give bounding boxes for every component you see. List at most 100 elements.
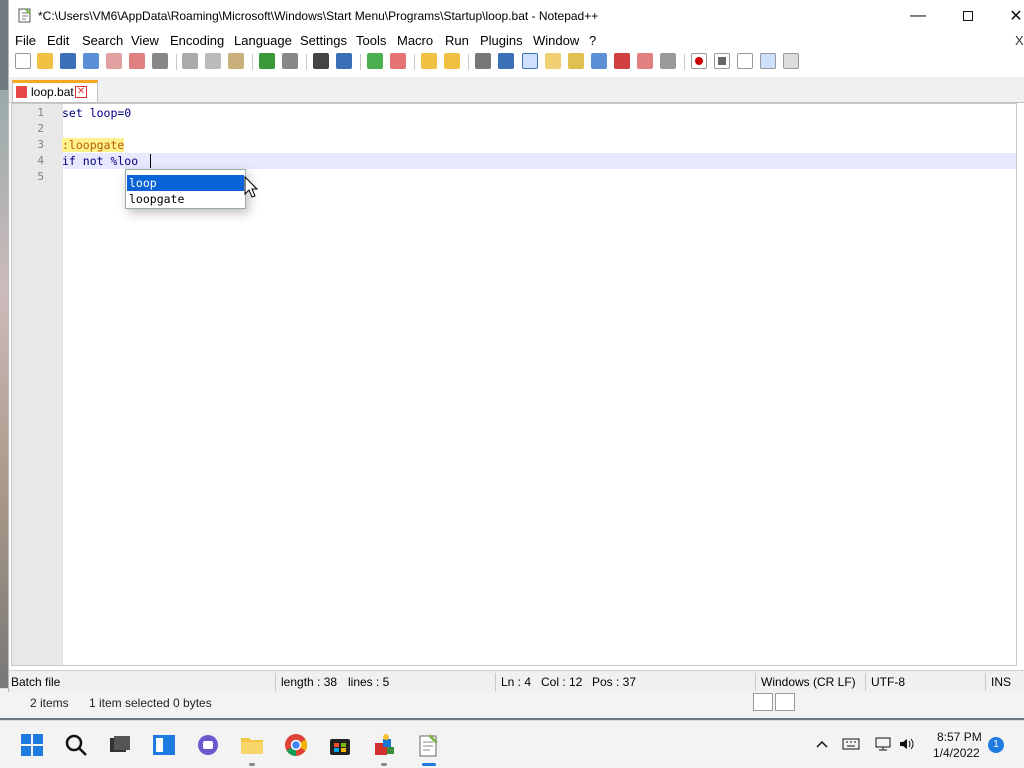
running-indicator — [381, 763, 387, 766]
chevron-up-icon[interactable] — [815, 737, 829, 751]
menu-bar: File Edit Search View Encoding Language … — [9, 32, 1024, 50]
search-icon[interactable] — [64, 733, 88, 757]
sync-vertical-icon[interactable] — [421, 53, 437, 69]
menu-settings[interactable]: Settings — [300, 33, 347, 48]
keyboard-icon[interactable] — [842, 737, 860, 751]
menu-run[interactable]: Run — [445, 33, 469, 48]
notification-badge[interactable]: 1 — [988, 737, 1004, 753]
show-all-chars-icon[interactable] — [498, 53, 514, 69]
menu-tools[interactable]: Tools — [356, 33, 386, 48]
redo-icon[interactable] — [282, 53, 298, 69]
line-number: 4 — [37, 154, 44, 167]
zoom-out-icon[interactable] — [390, 53, 406, 69]
monitoring-icon[interactable] — [660, 53, 676, 69]
large-icons-view-button[interactable] — [775, 693, 795, 711]
zoom-in-icon[interactable] — [367, 53, 383, 69]
paste-icon[interactable] — [228, 53, 244, 69]
menu-window[interactable]: Window — [533, 33, 579, 48]
status-divider — [495, 673, 496, 691]
file-explorer-icon[interactable] — [240, 733, 264, 757]
udl-icon[interactable] — [545, 53, 561, 69]
menu-close-doc[interactable]: X — [1015, 33, 1024, 48]
menu-encoding[interactable]: Encoding — [170, 33, 224, 48]
status-encoding[interactable]: UTF-8 — [871, 675, 905, 689]
menu-edit[interactable]: Edit — [47, 33, 69, 48]
clock-date[interactable]: 1/4/2022 — [933, 746, 980, 760]
print-icon[interactable] — [152, 53, 168, 69]
minimize-button[interactable]: — — [895, 0, 941, 32]
fold-margin — [62, 104, 63, 665]
autocomplete-item[interactable]: loopgate — [127, 191, 244, 207]
explorer-item-count: 2 items — [30, 696, 69, 710]
menu-macro[interactable]: Macro — [397, 33, 433, 48]
close-file-icon[interactable] — [106, 53, 122, 69]
doc-map-icon[interactable] — [568, 53, 584, 69]
menu-file[interactable]: File — [15, 33, 36, 48]
title-bar: *C:\Users\VM6\AppData\Roaming\Microsoft\… — [9, 0, 1024, 32]
save-icon[interactable] — [60, 53, 76, 69]
stop-macro-icon[interactable] — [714, 53, 730, 69]
status-insert-mode[interactable]: INS — [991, 675, 1011, 689]
folder-workspace-icon[interactable] — [637, 53, 653, 69]
notepadpp-taskbar-icon[interactable] — [416, 733, 440, 757]
save-macro-icon[interactable] — [783, 53, 799, 69]
notepadpp-icon — [18, 8, 31, 23]
sync-horizontal-icon[interactable] — [444, 53, 460, 69]
open-file-icon[interactable] — [37, 53, 53, 69]
close-all-icon[interactable] — [129, 53, 145, 69]
start-windows-icon[interactable] — [20, 733, 44, 757]
undo-icon[interactable] — [259, 53, 275, 69]
indent-guide-icon[interactable] — [522, 53, 538, 69]
app-installer-icon[interactable] — [372, 733, 396, 757]
network-icon[interactable] — [874, 736, 892, 752]
function-list-icon[interactable] — [614, 53, 630, 69]
widgets-icon[interactable] — [152, 733, 176, 757]
word-wrap-icon[interactable] — [475, 53, 491, 69]
toolbar-separator — [414, 54, 415, 70]
replace-icon[interactable] — [336, 53, 352, 69]
close-button[interactable]: ✕ — [993, 0, 1024, 32]
autocomplete-item-selected[interactable]: loop — [127, 175, 244, 191]
code-line: :loopgate — [62, 137, 125, 153]
status-divider — [275, 673, 276, 691]
menu-search[interactable]: Search — [82, 33, 123, 48]
menu-plugins[interactable]: Plugins — [480, 33, 523, 48]
notepadpp-window: *C:\Users\VM6\AppData\Roaming\Microsoft\… — [8, 0, 1024, 692]
play-macro-icon[interactable] — [737, 53, 753, 69]
chrome-icon[interactable] — [284, 733, 308, 757]
toolbar-separator — [468, 54, 469, 70]
status-language: Batch file — [11, 675, 61, 689]
status-eol[interactable]: Windows (CR LF) — [761, 675, 856, 689]
tab-loop-bat[interactable]: loop.bat ✕ — [12, 80, 98, 102]
store-icon[interactable] — [328, 733, 352, 757]
chat-icon[interactable] — [196, 733, 220, 757]
menu-help[interactable]: ? — [589, 33, 596, 48]
explorer-status-bar: 2 items 1 item selected 0 bytes — [0, 688, 1024, 718]
unsaved-file-icon — [16, 86, 27, 98]
status-length: length : 38 — [281, 675, 338, 689]
copy-icon[interactable] — [205, 53, 221, 69]
find-icon[interactable] — [313, 53, 329, 69]
cut-icon[interactable] — [182, 53, 198, 69]
save-all-icon[interactable] — [83, 53, 99, 69]
doc-list-icon[interactable] — [591, 53, 607, 69]
maximize-button[interactable] — [945, 0, 991, 32]
volume-icon[interactable] — [898, 736, 914, 752]
batch-label: :loopgate — [62, 138, 125, 152]
status-col: Col : 12 — [541, 675, 583, 689]
record-macro-icon[interactable] — [691, 53, 707, 69]
line-number: 2 — [37, 122, 44, 135]
new-file-icon[interactable] — [15, 53, 31, 69]
status-bar: Batch file length : 38 lines : 5 Ln : 4 … — [9, 670, 1024, 692]
code-editor[interactable]: 1 2 3 4 5 set loop=0 :loopgate if not %l… — [11, 103, 1017, 666]
details-view-button[interactable] — [753, 693, 773, 711]
run-macro-multiple-icon[interactable] — [760, 53, 776, 69]
background-window-edge — [0, 90, 8, 690]
tab-close-icon[interactable]: ✕ — [75, 86, 87, 98]
menu-view[interactable]: View — [131, 33, 159, 48]
task-view-icon[interactable] — [108, 733, 132, 757]
clock-time[interactable]: 8:57 PM — [937, 730, 982, 744]
autocomplete-list[interactable]: loop loopgate — [125, 169, 246, 209]
menu-language[interactable]: Language — [234, 33, 292, 48]
tab-label: loop.bat — [31, 85, 74, 99]
